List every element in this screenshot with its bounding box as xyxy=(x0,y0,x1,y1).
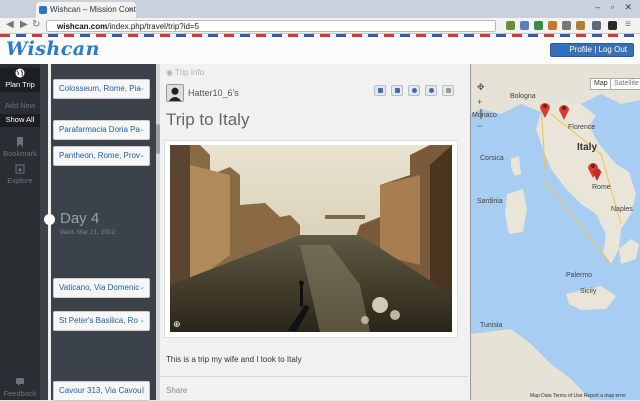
info-icon: ◉ xyxy=(166,68,173,77)
favicon-icon xyxy=(39,6,47,14)
delete-icon[interactable] xyxy=(425,85,437,96)
globe-icon xyxy=(15,68,25,78)
chevron-down-icon[interactable]: ⌄ xyxy=(139,121,145,139)
avatar[interactable] xyxy=(166,84,184,102)
trip-description: This is a trip my wife and I took to Ita… xyxy=(166,355,302,364)
divider xyxy=(160,376,468,377)
browser-toolbar: ◀ ▶ ↻ wishcan.com/index.php/travel/trip?… xyxy=(0,18,640,34)
timeline-stop[interactable]: Pantheon, Rome, Prov ⌄ xyxy=(53,146,150,166)
rail-label: Add New xyxy=(4,101,36,110)
map-label-monaco: Monaco xyxy=(472,112,497,119)
rail-feedback[interactable]: Feedback xyxy=(0,377,40,398)
timeline-stop[interactable]: Cavour 313, Via Cavou ∥ xyxy=(53,381,150,401)
browser-tab[interactable]: Wishcan – Mission Control × xyxy=(36,2,136,18)
user-icon: 👤 xyxy=(557,45,568,54)
pan-icon[interactable]: ✥ xyxy=(477,82,487,93)
map-label-bologna: Bologna xyxy=(510,93,536,100)
edit-icon[interactable] xyxy=(374,85,386,96)
map-marker-icon[interactable] xyxy=(592,166,602,181)
venice-canal-image xyxy=(170,145,452,332)
trash-icon[interactable] xyxy=(442,85,454,96)
map-label-florence: Florence xyxy=(568,124,596,131)
rail-label: Feedback xyxy=(3,389,37,398)
map-label-corsica: Corsica xyxy=(480,155,504,162)
chat-icon xyxy=(16,378,24,386)
pause-icon[interactable]: ∥ xyxy=(142,382,146,400)
trip-photo[interactable]: ⊕ xyxy=(170,145,452,332)
rail-bookmark[interactable]: Bookmark xyxy=(0,137,40,158)
map-label-sicily: Sicily xyxy=(580,288,597,295)
map-label-tunisia: Tunisia xyxy=(480,322,503,329)
map-label-rome: Rome xyxy=(592,184,611,191)
rail-label: Plan Trip xyxy=(5,80,35,89)
user-photo-icon xyxy=(167,85,183,101)
map-type-satellite-button[interactable]: Satellite xyxy=(610,78,640,90)
rail-explore[interactable]: Explore xyxy=(0,164,40,185)
forward-icon[interactable]: ▶ xyxy=(20,19,28,30)
compass-icon xyxy=(15,164,25,174)
tab-title: Wishcan – Mission Control xyxy=(50,5,136,14)
map-marker-icon[interactable] xyxy=(539,100,551,118)
extension-icon[interactable] xyxy=(608,21,617,30)
map-label-sardinia: Sardinia xyxy=(477,198,503,205)
timeline-stop[interactable]: Parafarmacia Doria Pa ⌄ xyxy=(53,120,150,140)
zoom-control[interactable]: ✥ + − xyxy=(477,82,487,131)
trip-owner[interactable]: Hatter10_6's xyxy=(188,88,239,98)
zoom-in-icon[interactable]: + xyxy=(477,97,487,107)
map-label-italy: Italy xyxy=(577,142,598,153)
reload-icon[interactable]: ↻ xyxy=(32,19,40,30)
map-marker-icon[interactable] xyxy=(558,102,570,120)
menu-icon[interactable]: ≡ xyxy=(625,19,631,30)
extension-icon[interactable] xyxy=(520,21,529,30)
chevron-down-icon[interactable]: ⌄ xyxy=(139,312,145,330)
rail-label: Bookmark xyxy=(3,149,37,158)
rail-plan-trip[interactable]: Plan Trip xyxy=(0,68,40,92)
extension-icon[interactable] xyxy=(506,21,515,30)
window-controls[interactable]: – ▫ ✕ xyxy=(595,2,636,13)
timeline-stop[interactable]: Colosseum, Rome, Pia ⌄ xyxy=(53,79,150,99)
back-icon[interactable]: ◀ xyxy=(6,19,14,30)
profile-logout-button[interactable]: 👤 Profile | Log Out xyxy=(550,43,634,57)
rail-label: Explore xyxy=(7,176,33,185)
airmail-stripe xyxy=(0,34,640,37)
trip-title: Trip to Italy xyxy=(166,110,250,129)
map-label-naples: Naples xyxy=(611,206,633,213)
chevron-down-icon[interactable]: ⌄ xyxy=(139,80,145,98)
browser-tab-strip: Wishcan – Mission Control × – ▫ ✕ xyxy=(0,0,640,18)
day-date: Wed, Mar 21, 2012 xyxy=(60,229,116,236)
address-bar[interactable]: wishcan.com/index.php/travel/trip?id=5 xyxy=(46,20,496,32)
rail-show-all[interactable]: Show All xyxy=(0,114,40,127)
url-domain: wishcan.com xyxy=(57,22,108,31)
extension-icon[interactable] xyxy=(548,21,557,30)
close-tab-icon[interactable]: × xyxy=(128,2,133,18)
timeline-stop[interactable]: St Peter's Basilica, Ro ⌄ xyxy=(53,311,150,331)
zoom-icon[interactable]: ⊕ xyxy=(173,319,181,330)
extension-icon[interactable] xyxy=(562,21,571,30)
profile-label: Profile | Log Out xyxy=(569,45,627,54)
bookmark-icon xyxy=(17,137,23,147)
timeline-line xyxy=(48,64,51,400)
day-title: Day 4 xyxy=(60,210,100,227)
rail-add-new[interactable]: Add New xyxy=(0,101,40,110)
share-label[interactable]: Share xyxy=(166,386,187,395)
extension-icon[interactable] xyxy=(534,21,543,30)
map-label-palermo: Palermo xyxy=(566,272,593,279)
extension-icon[interactable] xyxy=(592,21,601,30)
zoom-out-icon[interactable]: − xyxy=(477,121,487,131)
url-path: /index.php/travel/trip?id=5 xyxy=(107,22,200,31)
rail-label: Show All xyxy=(5,115,35,124)
image-icon[interactable] xyxy=(391,85,403,96)
timeline-stop[interactable]: Vaticano, Via Domenic ⌄ xyxy=(53,278,150,298)
day-marker xyxy=(44,214,55,225)
map-footer[interactable]: Map Data Terms of Use Report a map error xyxy=(530,393,626,399)
chevron-down-icon[interactable]: ⌄ xyxy=(139,279,145,297)
settings-icon[interactable] xyxy=(408,85,420,96)
trip-info-heading: ◉ Trip Info xyxy=(166,68,205,77)
chevron-down-icon[interactable]: ⌄ xyxy=(139,147,145,165)
map-type-map-button[interactable]: Map xyxy=(590,78,612,90)
wishcan-logo[interactable]: Wishcan xyxy=(6,38,100,60)
extension-icon[interactable] xyxy=(576,21,585,30)
